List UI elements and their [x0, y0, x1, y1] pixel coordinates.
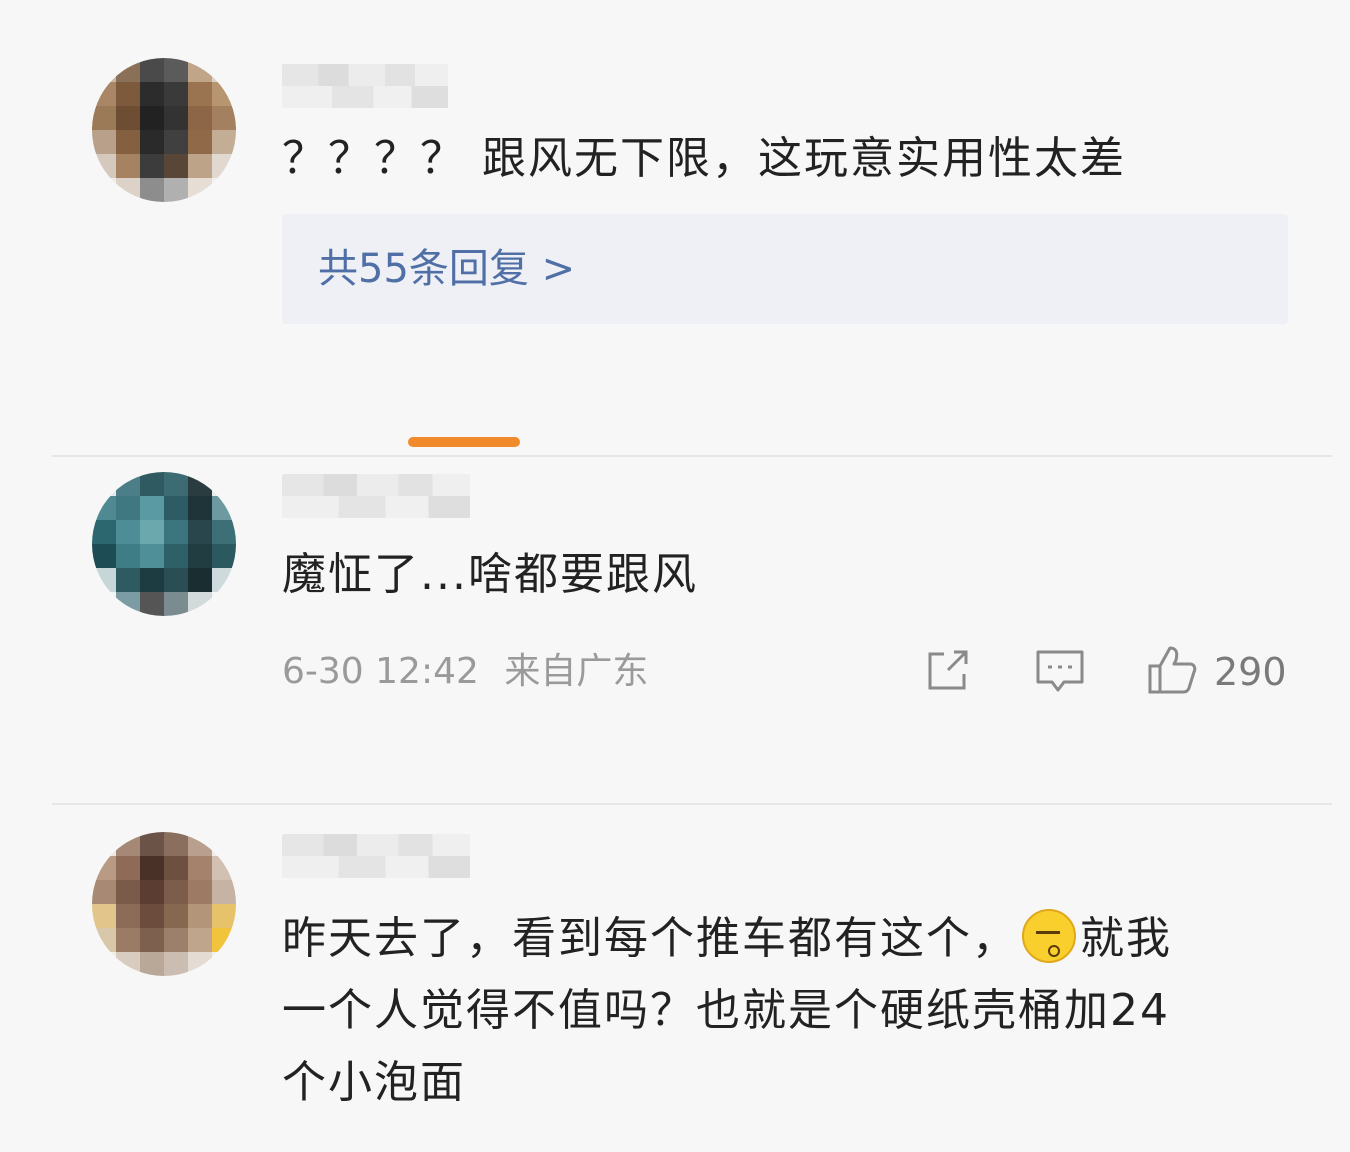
- speechless-emoji-icon: [1022, 909, 1076, 963]
- avatar[interactable]: [92, 832, 236, 976]
- avatar[interactable]: [92, 472, 236, 616]
- avatar[interactable]: [92, 58, 236, 202]
- view-replies-link[interactable]: 共55条回复 >: [318, 240, 575, 298]
- comment-text-line2: 一个人觉得不值吗？也就是个硬纸壳桶加24: [282, 985, 1170, 1036]
- like-icon[interactable]: [1146, 644, 1198, 696]
- comment-text-line3: 个小泡面: [282, 1057, 466, 1108]
- username-blurred[interactable]: [282, 474, 470, 518]
- comment-text: 魔怔了...啥都要跟风: [282, 549, 698, 600]
- comment-text: 昨天去了，看到每个推车都有这个， 就我: [282, 904, 1172, 974]
- divider: [52, 455, 1332, 457]
- comment-text-part1: 昨天去了，看到每个推车都有这个，: [282, 913, 1018, 964]
- location: 来自广东: [504, 651, 649, 692]
- comment-text-part2: 就我: [1080, 913, 1172, 964]
- divider: [52, 803, 1332, 805]
- comment-meta: 6-30 12:42 来自广东: [282, 646, 648, 698]
- comment-icon[interactable]: [1034, 644, 1086, 696]
- tab-indicator: [408, 437, 520, 447]
- username-blurred[interactable]: [282, 64, 448, 108]
- comment-text: ？？？？ 跟风无下限，这玩意实用性太差: [282, 133, 1126, 184]
- share-icon[interactable]: [922, 644, 974, 696]
- timestamp: 6-30 12:42: [282, 651, 479, 692]
- replies-panel[interactable]: 共55条回复 >: [282, 214, 1288, 324]
- like-count: 290: [1214, 650, 1287, 694]
- username-blurred[interactable]: [282, 834, 470, 878]
